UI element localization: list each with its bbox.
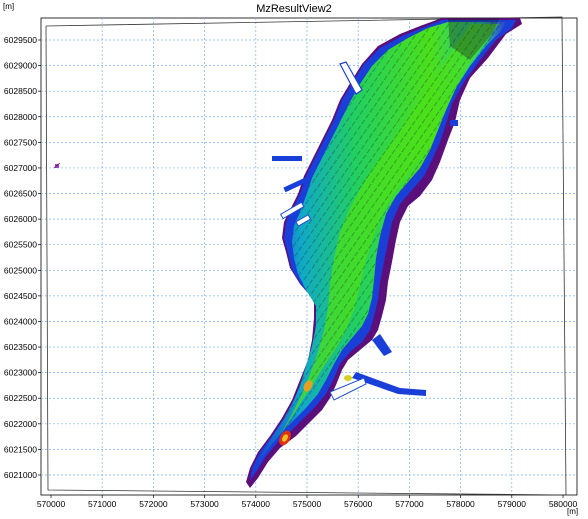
x-axis-ticks: 570000 571000 572000 573000 574000 575000 5760… [37,495,578,509]
y-tick-label: 6028500 [4,86,37,96]
y-tick-label: 6029000 [4,61,37,71]
y-tick-label: 6022500 [4,393,37,403]
y-tick-label: 6021500 [4,444,37,454]
y-tick-label: 6022000 [4,419,37,429]
y-tick-label: 6025000 [4,265,37,275]
x-tick-label: 576000 [344,499,373,509]
y-axis-ticks: 6029500 6029000 6028500 6028000 6027500 60270… [4,35,41,480]
y-tick-label: 6025500 [4,240,37,250]
y-tick-label: 6026500 [4,189,37,199]
x-tick-label: 575000 [293,499,322,509]
y-tick-label: 6027000 [4,163,37,173]
y-tick-label: 6028000 [4,112,37,122]
x-tick-label: 570000 [37,499,66,509]
y-tick-label: 6027500 [4,137,37,147]
y-tick-label: 6024500 [4,291,37,301]
x-tick-label: 577000 [395,499,424,509]
y-tick-label: 6024000 [4,316,37,326]
x-tick-label: 571000 [88,499,117,509]
x-tick-label: 573000 [190,499,219,509]
result-map-view[interactable]: 6029500 6029000 6028500 6028000 6027500 60270… [0,0,588,519]
y-tick-label: 6026000 [4,214,37,224]
y-tick-label: 6023500 [4,342,37,352]
x-tick-label: 578000 [446,499,475,509]
y-tick-label: 6029500 [4,35,37,45]
y-tick-label: 6023000 [4,368,37,378]
x-tick-label: 579000 [498,499,527,509]
x-tick-label: 580000 [549,499,578,509]
y-tick-label: 6021000 [4,470,37,480]
x-tick-label: 574000 [242,499,271,509]
x-tick-label: 572000 [139,499,168,509]
